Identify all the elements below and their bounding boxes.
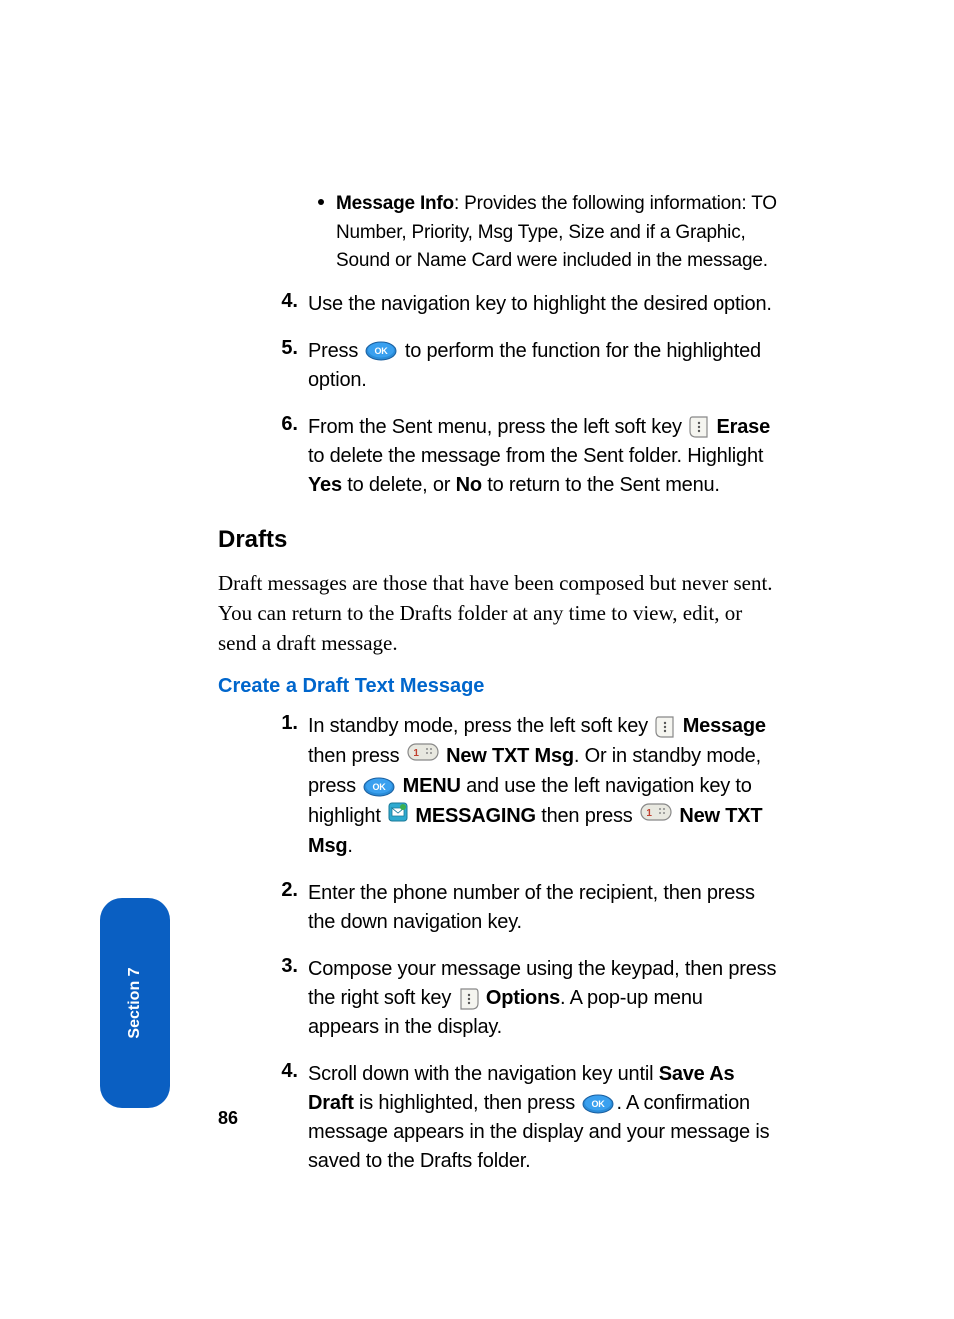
no-label: No <box>456 474 482 496</box>
message-info-label: Message Info <box>336 193 454 214</box>
create-step-2: 2. Enter the phone number of the recipie… <box>218 879 778 937</box>
left-softkey-icon <box>655 715 675 739</box>
step-text: Scroll down with the navigation key unti… <box>308 1060 778 1176</box>
step-6: 6. From the Sent menu, press the left so… <box>218 413 778 500</box>
s6d: to return to the Sent menu. <box>482 474 720 496</box>
menu-label: MENU <box>403 775 461 797</box>
step-num: 3. <box>218 955 298 978</box>
ok-button-icon <box>363 777 395 797</box>
drafts-heading: Drafts <box>218 526 778 554</box>
right-softkey-icon <box>459 987 479 1011</box>
c1e: then press <box>536 805 638 827</box>
s6b: to delete the message from the Sent fold… <box>308 445 763 467</box>
c1a: In standby mode, press the left soft key <box>308 715 653 737</box>
step-num: 6. <box>218 413 298 436</box>
step-num: 4. <box>218 1060 298 1083</box>
ok-button-icon <box>365 341 397 361</box>
messaging-label: MESSAGING <box>415 805 535 827</box>
step5-before: Press <box>308 340 363 362</box>
step-text: In standby mode, press the left soft key… <box>308 712 778 861</box>
new-txt-msg-label: New TXT Msg <box>446 745 574 767</box>
step-text: Use the navigation key to highlight the … <box>308 290 772 319</box>
yes-label: Yes <box>308 474 342 496</box>
create-draft-heading: Create a Draft Text Message <box>218 675 778 698</box>
step-text: Enter the phone number of the recipient,… <box>308 879 778 937</box>
drafts-paragraph: Draft messages are those that have been … <box>218 568 778 659</box>
step-5: 5. Press to perform the function for the… <box>218 337 778 395</box>
create-step-4: 4. Scroll down with the navigation key u… <box>218 1060 778 1176</box>
erase-label: Erase <box>717 416 771 438</box>
key-1-icon <box>640 801 672 832</box>
step-num: 2. <box>218 879 298 902</box>
options-label: Options <box>486 987 560 1009</box>
message-label: Message <box>683 715 766 737</box>
step-num: 1. <box>218 712 298 735</box>
c4b: is highlighted, then press <box>354 1092 581 1114</box>
messaging-app-icon <box>388 802 408 831</box>
step-text: Press to perform the function for the hi… <box>308 337 778 395</box>
section-tab: Section 7 <box>100 898 170 1108</box>
left-softkey-icon <box>689 415 709 439</box>
section-tab-label: Section 7 <box>126 967 144 1038</box>
step-4: 4. Use the navigation key to highlight t… <box>218 290 778 319</box>
c4a: Scroll down with the navigation key unti… <box>308 1063 659 1085</box>
step-num: 4. <box>218 290 298 313</box>
s6a: From the Sent menu, press the left soft … <box>308 416 687 438</box>
s6c: to delete, or <box>342 474 456 496</box>
key-1-icon <box>407 741 439 772</box>
page-number: 86 <box>218 1108 238 1129</box>
bullet-text: Message Info: Provides the following inf… <box>336 190 778 276</box>
c1b: then press <box>308 745 405 767</box>
bullet-item-message-info: Message Info: Provides the following inf… <box>218 190 778 276</box>
manual-page: Message Info: Provides the following inf… <box>0 0 954 1319</box>
create-step-1: 1. In standby mode, press the left soft … <box>218 712 778 861</box>
page-content: Message Info: Provides the following inf… <box>218 190 778 1194</box>
bullet-dot <box>318 199 324 205</box>
c1f: . <box>347 835 352 857</box>
ok-button-icon <box>582 1094 614 1114</box>
step-num: 5. <box>218 337 298 360</box>
create-step-3: 3. Compose your message using the keypad… <box>218 955 778 1042</box>
step-text: Compose your message using the keypad, t… <box>308 955 778 1042</box>
step-text: From the Sent menu, press the left soft … <box>308 413 778 500</box>
